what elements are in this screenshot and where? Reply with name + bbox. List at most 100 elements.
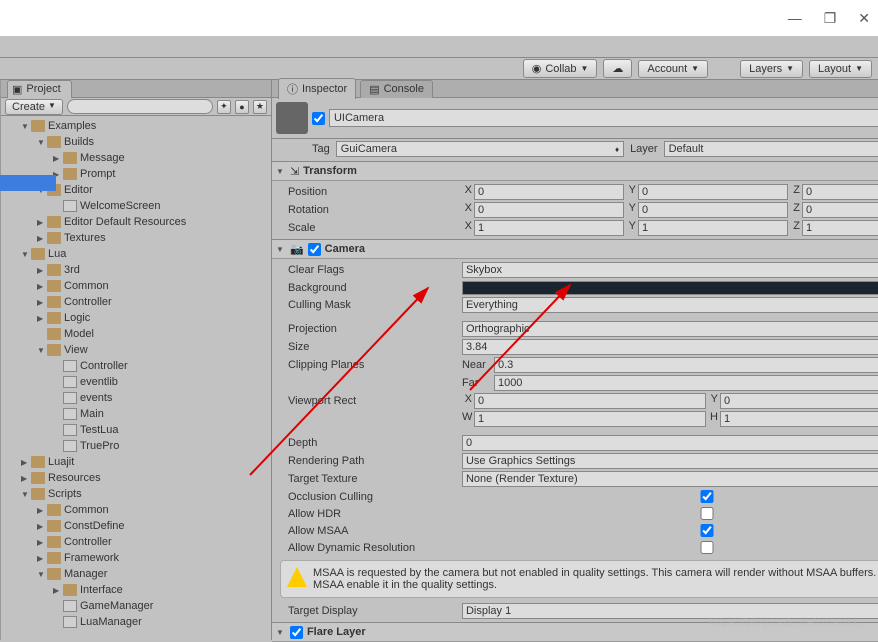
tree-item[interactable]: TruePro bbox=[1, 438, 271, 454]
layer-dropdown[interactable]: Default♦ bbox=[664, 141, 878, 157]
projection-dropdown[interactable]: Orthographic♦ bbox=[462, 321, 878, 337]
tree-item[interactable]: ▶ConstDefine bbox=[1, 518, 271, 534]
project-search-input[interactable] bbox=[67, 99, 213, 114]
inspector-panel: ⓘInspector ▤Console Static ▼ Tag GuiCame… bbox=[272, 80, 878, 640]
fold-icon[interactable]: ▼ bbox=[276, 628, 286, 637]
tree-item[interactable]: TestLua bbox=[1, 422, 271, 438]
tree-item[interactable]: Model bbox=[1, 326, 271, 342]
gameobject-header: Static ▼ bbox=[272, 98, 878, 139]
project-icon: ▣ bbox=[12, 83, 22, 96]
gameobject-icon[interactable] bbox=[276, 102, 308, 134]
depth-input[interactable] bbox=[462, 435, 878, 451]
tree-item[interactable]: ▼Scripts bbox=[1, 486, 271, 502]
gameobject-name-input[interactable] bbox=[329, 109, 878, 127]
tree-item[interactable]: ▶Controller bbox=[1, 294, 271, 310]
pos-x-input[interactable] bbox=[474, 184, 624, 200]
inspector-icon: ⓘ bbox=[287, 81, 298, 97]
occlusion-culling-label: Occlusion Culling bbox=[276, 491, 462, 503]
tree-item[interactable]: ▼View bbox=[1, 342, 271, 358]
tree-item[interactable]: ▶Editor Default Resources bbox=[1, 214, 271, 230]
allow-dynamic-resolution-checkbox[interactable] bbox=[462, 541, 878, 554]
filter-button-1[interactable]: ✦ bbox=[217, 100, 231, 114]
hierarchy-selection[interactable] bbox=[0, 175, 56, 191]
tree-item[interactable]: LuaManager bbox=[1, 614, 271, 630]
tree-item[interactable]: WelcomeScreen bbox=[1, 198, 271, 214]
allow-dynamic-resolution-label: Allow Dynamic Resolution bbox=[276, 542, 462, 554]
tree-item[interactable]: ▶Common bbox=[1, 278, 271, 294]
camera-title: Camera bbox=[325, 243, 365, 255]
tree-item[interactable]: ▶Message bbox=[1, 150, 271, 166]
camera-enabled-checkbox[interactable] bbox=[308, 243, 321, 256]
account-button[interactable]: Account▼ bbox=[638, 60, 708, 78]
fold-icon[interactable]: ▼ bbox=[276, 167, 286, 176]
transform-header[interactable]: ▼ ⇲ Transform ?⚙ bbox=[272, 162, 878, 181]
viewport-x-input[interactable] bbox=[474, 393, 706, 409]
layout-button[interactable]: Layout▼ bbox=[809, 60, 872, 78]
flare-enabled-checkbox[interactable] bbox=[290, 626, 303, 639]
create-button[interactable]: Create▼ bbox=[5, 99, 63, 115]
maximize-button[interactable]: ❐ bbox=[824, 10, 837, 27]
tree-item[interactable]: ▶Textures bbox=[1, 230, 271, 246]
viewport-rect-label: Viewport Rect bbox=[276, 395, 462, 407]
fold-icon[interactable]: ▼ bbox=[276, 245, 286, 254]
tree-item[interactable]: ▶Controller bbox=[1, 534, 271, 550]
minimize-button[interactable]: — bbox=[788, 10, 802, 26]
camera-header[interactable]: ▼ 📷 Camera ?⚙ bbox=[272, 240, 878, 259]
tree-item[interactable]: ▶Logic bbox=[1, 310, 271, 326]
target-texture-field[interactable]: None (Render Texture) bbox=[462, 471, 878, 487]
rot-z-input[interactable] bbox=[802, 202, 878, 218]
tree-item[interactable]: ▶Resources bbox=[1, 470, 271, 486]
far-input[interactable] bbox=[494, 375, 878, 391]
tree-item[interactable]: ▶3rd bbox=[1, 262, 271, 278]
background-color-field[interactable] bbox=[462, 281, 878, 295]
tag-dropdown[interactable]: GuiCamera♦ bbox=[336, 141, 624, 157]
size-input[interactable] bbox=[462, 339, 878, 355]
pos-z-input[interactable] bbox=[802, 184, 878, 200]
inspector-tab[interactable]: ⓘInspector bbox=[278, 78, 356, 99]
layers-button[interactable]: Layers▼ bbox=[740, 60, 803, 78]
clear-flags-dropdown[interactable]: Skybox♦ bbox=[462, 262, 878, 278]
near-input[interactable] bbox=[494, 357, 878, 373]
occlusion-culling-checkbox[interactable] bbox=[462, 490, 878, 503]
tree-item[interactable]: GameManager bbox=[1, 598, 271, 614]
filter-button-2[interactable]: ● bbox=[235, 100, 249, 114]
scl-y-input[interactable] bbox=[638, 220, 788, 236]
tree-item[interactable]: Controller bbox=[1, 358, 271, 374]
gameobject-active-checkbox[interactable] bbox=[312, 112, 325, 125]
rot-x-input[interactable] bbox=[474, 202, 624, 218]
viewport-w-input[interactable] bbox=[474, 411, 706, 427]
tree-item[interactable]: ▶Framework bbox=[1, 550, 271, 566]
save-search-button[interactable]: ★ bbox=[253, 100, 267, 114]
scl-x-input[interactable] bbox=[474, 220, 624, 236]
console-tab[interactable]: ▤Console bbox=[360, 80, 433, 98]
pos-y-input[interactable] bbox=[638, 184, 788, 200]
viewport-y-input[interactable] bbox=[720, 393, 878, 409]
viewport-h-input[interactable] bbox=[720, 411, 878, 427]
tree-item[interactable]: events bbox=[1, 390, 271, 406]
tree-item[interactable]: ▶Interface bbox=[1, 582, 271, 598]
allow-msaa-checkbox[interactable] bbox=[462, 524, 878, 537]
tree-item[interactable]: ▶Common bbox=[1, 502, 271, 518]
scl-z-input[interactable] bbox=[802, 220, 878, 236]
cloud-button[interactable]: ☁ bbox=[603, 59, 632, 78]
collab-button[interactable]: ◉ Collab▼ bbox=[523, 59, 598, 78]
tree-item[interactable]: eventlib bbox=[1, 374, 271, 390]
tree-item[interactable]: ▼Examples bbox=[1, 118, 271, 134]
culling-mask-dropdown[interactable]: Everything♦ bbox=[462, 297, 878, 313]
console-icon: ▤ bbox=[369, 83, 379, 96]
project-tab[interactable]: ▣Project bbox=[7, 80, 72, 98]
tree-item[interactable]: ▶Luajit bbox=[1, 454, 271, 470]
clear-flags-label: Clear Flags bbox=[276, 264, 462, 276]
rot-y-input[interactable] bbox=[638, 202, 788, 218]
watermark: https://blog.csdn.net/zhanxx... bbox=[709, 615, 868, 629]
project-tree[interactable]: ▼Examples▼Builds▶Message▶Prompt▼EditorWe… bbox=[1, 116, 271, 640]
tree-item[interactable]: Main bbox=[1, 406, 271, 422]
tree-item[interactable]: ▼Builds bbox=[1, 134, 271, 150]
tree-item[interactable]: ▼Manager bbox=[1, 566, 271, 582]
rendering-path-dropdown[interactable]: Use Graphics Settings♦ bbox=[462, 453, 878, 469]
target-texture-label: Target Texture bbox=[276, 473, 462, 485]
tree-item[interactable]: ▼Lua bbox=[1, 246, 271, 262]
close-button[interactable]: ✕ bbox=[858, 10, 870, 27]
toolbar-row: ◉ Collab▼ ☁ Account▼ Layers▼ Layout▼ bbox=[0, 58, 878, 80]
allow-hdr-checkbox[interactable] bbox=[462, 507, 878, 520]
